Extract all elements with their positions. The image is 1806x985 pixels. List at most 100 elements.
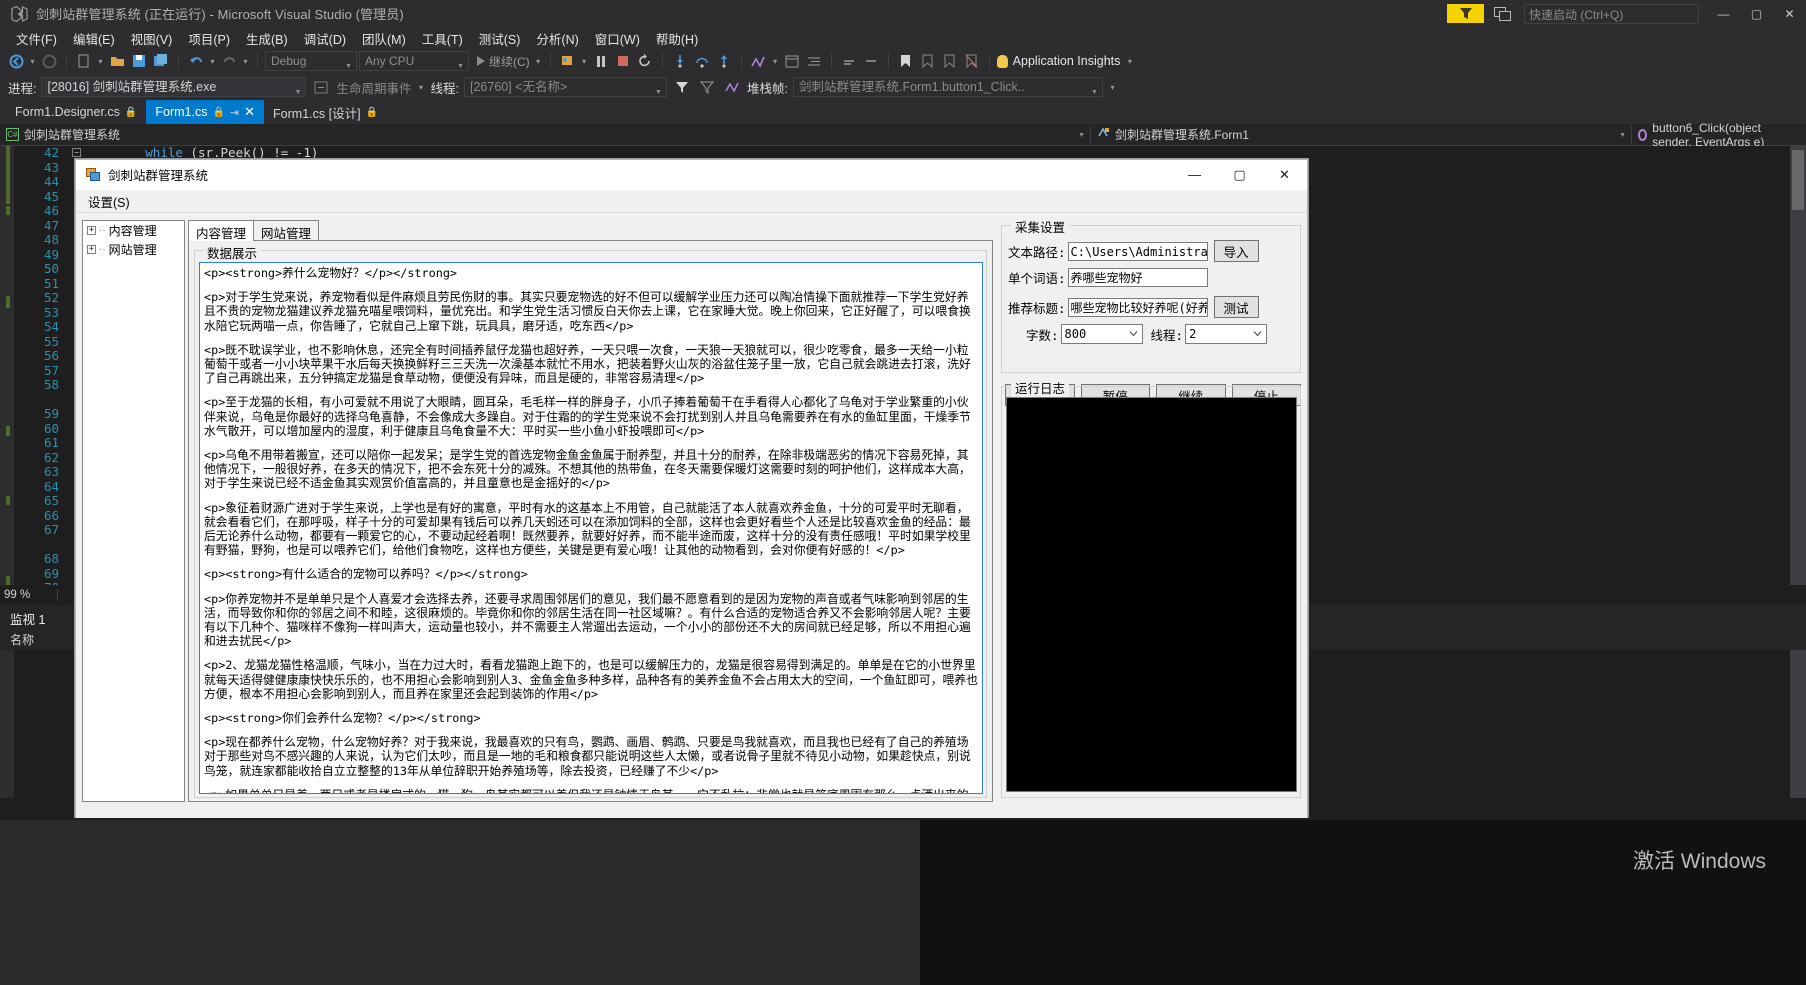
tree-expander-icon[interactable]: + — [87, 226, 96, 235]
text-path-input[interactable]: C:\Users\Administrator\Desktop\关键词 — [1067, 241, 1208, 261]
menu-edit[interactable]: 编辑(E) — [65, 27, 123, 50]
import-button[interactable]: 导入 — [1213, 240, 1259, 262]
zoom-level-combo[interactable]: 99 % — [0, 589, 58, 601]
attach-process-icon[interactable] — [558, 51, 578, 71]
process-chevron-icon[interactable]: ▼ — [295, 84, 302, 101]
stackframe-chevron-icon[interactable]: ▼ — [1091, 84, 1098, 101]
dialog-maximize-button[interactable]: ▢ — [1217, 160, 1262, 190]
feedback-flag-icon[interactable] — [1447, 4, 1484, 23]
run-log-output[interactable] — [1006, 397, 1297, 792]
tab-form1-cs-design[interactable]: Form1.cs [设计] 🔒 — [264, 100, 387, 124]
metrics-dropdown-icon[interactable]: ▾ — [771, 57, 780, 66]
debugbar-overflow-icon[interactable]: ▾ — [1108, 83, 1117, 92]
tree-expander-icon[interactable]: + — [87, 245, 96, 254]
tab-form1-designer-cs[interactable]: Form1.Designer.cs 🔒 — [6, 100, 147, 124]
bookmark-clear-icon[interactable] — [962, 51, 982, 71]
application-insights-button[interactable]: Application Insights ▾ — [996, 54, 1135, 68]
process-combo[interactable]: [28016] 剑刺站群管理系统.exe ▼ — [41, 77, 307, 97]
namespace-combo[interactable]: C# 剑刺站群管理系统 ▼ — [0, 125, 1090, 145]
editor-vertical-scrollbar[interactable] — [1790, 146, 1806, 806]
pin-icon[interactable]: ⇥ — [230, 106, 239, 119]
menu-build[interactable]: 生成(B) — [238, 27, 296, 50]
redo-icon[interactable] — [219, 51, 239, 71]
continue-button[interactable]: 继续(C) ▾ — [477, 53, 543, 70]
menu-view[interactable]: 视图(V) — [123, 27, 181, 50]
lifecycle-dropdown-icon[interactable]: ▾ — [417, 83, 426, 92]
step-out-icon[interactable] — [714, 51, 734, 71]
menu-window[interactable]: 窗口(W) — [587, 27, 648, 50]
thread-chevron-icon[interactable]: ▼ — [655, 84, 662, 101]
member-combo[interactable]: button6_Click(object sender, EventArgs e… — [1632, 121, 1806, 149]
solution-config-chevron-icon[interactable]: ▼ — [345, 58, 352, 75]
dialog-menu-settings[interactable]: 设置(S) — [88, 192, 130, 211]
save-icon[interactable] — [129, 51, 149, 71]
menu-test[interactable]: 测试(S) — [471, 27, 529, 50]
vs-minimize-button[interactable]: — — [1707, 0, 1740, 27]
type-chevron-icon[interactable]: ▼ — [1619, 132, 1626, 139]
navigation-tree[interactable]: + ·· 内容管理 + ·· 网站管理 — [82, 220, 185, 802]
window-layout-icon[interactable] — [782, 51, 802, 71]
menu-tools[interactable]: 工具(T) — [414, 27, 471, 50]
tab-content-management[interactable]: 内容管理 — [188, 220, 255, 241]
tree-node-site-management[interactable]: + ·· 网站管理 — [83, 240, 184, 259]
comment-icon[interactable] — [839, 51, 859, 71]
uncomment-icon[interactable] — [861, 51, 881, 71]
tab-form1-cs[interactable]: Form1.cs 🔒 ⇥ ✕ — [146, 100, 265, 124]
code-fold-icon[interactable]: − — [72, 148, 81, 157]
new-project-icon[interactable] — [74, 51, 94, 71]
vs-close-button[interactable]: ✕ — [1773, 0, 1806, 27]
redo-dropdown-icon[interactable]: ▾ — [241, 57, 250, 66]
stop-debugging-icon[interactable] — [613, 51, 633, 71]
stackframe-combo[interactable]: 剑刺站群管理系统.Form1.button1_Click.. ▼ — [792, 77, 1103, 97]
menu-debug[interactable]: 调试(D) — [296, 27, 354, 50]
bookmark-prev-icon[interactable] — [918, 51, 938, 71]
word-count-chevron-icon[interactable] — [1129, 329, 1138, 338]
vs-maximize-button[interactable]: ▢ — [1740, 0, 1773, 27]
indent-icon[interactable] — [804, 51, 824, 71]
watch-tab-1[interactable]: 监视 1 — [0, 605, 56, 631]
menu-help[interactable]: 帮助(H) — [648, 27, 706, 50]
menu-analyze[interactable]: 分析(N) — [528, 27, 586, 50]
step-over-icon[interactable] — [692, 51, 712, 71]
thread-count-combo[interactable]: 2 — [1185, 324, 1268, 344]
parallel-stacks-icon[interactable] — [722, 77, 742, 97]
dialog-close-button[interactable]: ✕ — [1262, 160, 1307, 190]
filter-icon[interactable] — [672, 77, 692, 97]
tab-site-management[interactable]: 网站管理 — [253, 220, 320, 241]
code-metrics-icon[interactable] — [749, 51, 769, 71]
attach-dropdown-icon[interactable]: ▾ — [580, 57, 589, 66]
thread-count-chevron-icon[interactable] — [1253, 329, 1262, 338]
break-all-icon[interactable] — [591, 51, 611, 71]
lifecycle-events-icon[interactable] — [311, 77, 331, 97]
app-dialog-window[interactable]: 剑刺站群管理系统 — ▢ ✕ 设置(S) + ·· 内容管理 + ·· 网站管理… — [75, 159, 1308, 818]
menu-file[interactable]: 文件(F) — [8, 27, 65, 50]
navigate-back-dropdown-icon[interactable]: ▾ — [28, 57, 37, 66]
navigate-back-icon[interactable] — [6, 51, 26, 71]
type-combo[interactable]: 剑刺站群管理系统.Form1 ▼ — [1091, 125, 1631, 145]
bookmark-icon[interactable] — [896, 51, 916, 71]
content-textbox[interactable]: <p><strong>养什么宠物好？</p></strong> <p>对于学生党来… — [199, 262, 983, 794]
send-feedback-icon[interactable] — [1490, 4, 1514, 23]
filter-clear-icon[interactable] — [697, 77, 717, 97]
save-all-icon[interactable] — [151, 51, 171, 71]
continue-dropdown-icon[interactable]: ▾ — [534, 57, 543, 66]
scrollbar-thumb[interactable] — [1792, 150, 1804, 210]
menu-project[interactable]: 项目(P) — [180, 27, 238, 50]
step-into-icon[interactable] — [670, 51, 690, 71]
single-word-input[interactable]: 养哪些宠物好 — [1067, 268, 1208, 287]
navigate-forward-icon[interactable] — [39, 51, 59, 71]
restart-icon[interactable] — [635, 51, 655, 71]
undo-icon[interactable] — [186, 51, 206, 71]
namespace-chevron-icon[interactable]: ▼ — [1078, 132, 1085, 139]
bookmark-next-icon[interactable] — [940, 51, 960, 71]
menu-team[interactable]: 团队(M) — [354, 27, 414, 50]
solution-config-combo[interactable]: Debug ▼ — [265, 51, 357, 71]
word-count-combo[interactable]: 800 — [1060, 324, 1143, 344]
undo-dropdown-icon[interactable]: ▾ — [208, 57, 217, 66]
tab-close-icon[interactable]: ✕ — [244, 104, 255, 120]
solution-platform-chevron-icon[interactable]: ▼ — [457, 58, 464, 75]
tree-node-content-management[interactable]: + ·· 内容管理 — [83, 221, 184, 240]
new-project-dropdown-icon[interactable]: ▾ — [96, 57, 105, 66]
solution-platform-combo[interactable]: Any CPU ▼ — [359, 51, 469, 71]
quick-launch-input[interactable]: 快速启动 (Ctrl+Q) — [1524, 3, 1699, 24]
